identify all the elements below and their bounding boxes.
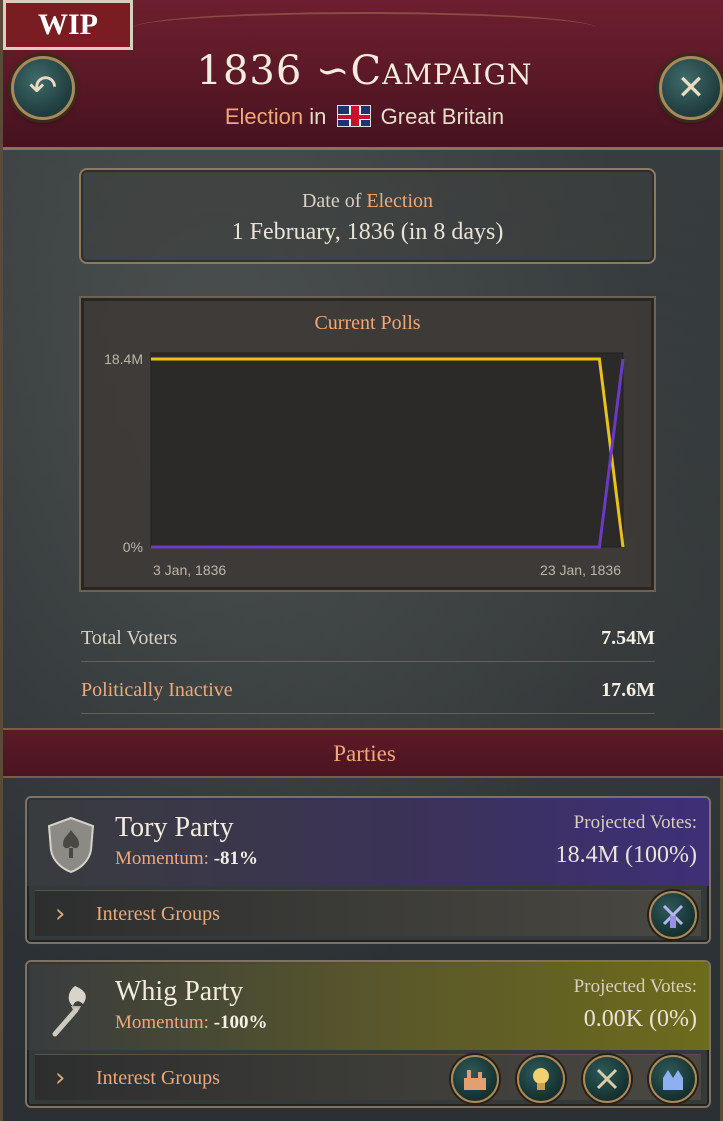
politically-inactive-label: Politically Inactive <box>81 679 233 701</box>
torch-icon <box>52 986 86 1037</box>
interest-group-icons <box>451 1055 697 1103</box>
date-label-prefix: Date of <box>301 190 362 212</box>
subtitle-country: Great Britain <box>380 104 505 129</box>
back-arrow-icon: ↶ <box>28 68 58 108</box>
page-title: 1836 ∽Campaign <box>196 48 533 94</box>
date-label: Date of Election <box>81 190 654 213</box>
party-card-tory[interactable]: Tory Party Momentum: -81% Projected Vote… <box>25 796 711 944</box>
election-date-box: Date of Election 1 February, 1836 (in 8 … <box>79 168 656 264</box>
projected-votes-label: Projected Votes: <box>573 976 697 997</box>
x-tick-label: 3 Jan, 1836 <box>153 562 226 578</box>
momentum-value: -100% <box>213 1012 268 1033</box>
close-button[interactable]: ✕ <box>659 56 723 120</box>
politically-inactive-row: Politically Inactive 17.6M <box>81 668 655 714</box>
total-voters-row: Total Voters 7.54M <box>81 616 655 662</box>
wip-badge: WIP <box>3 0 133 50</box>
lightbulb-icon[interactable] <box>517 1055 565 1103</box>
parties-header: Parties <box>3 728 723 778</box>
momentum-label: Momentum: <box>115 1012 209 1033</box>
momentum-value: -81% <box>213 848 259 869</box>
party-momentum: Momentum: -81% <box>115 848 258 870</box>
date-value: 1 February, 1836 (in 8 days) <box>231 219 504 245</box>
party-momentum: Momentum: -100% <box>115 1012 268 1034</box>
interest-groups-label: Interest Groups <box>96 903 220 925</box>
interest-groups-toggle[interactable]: › Interest Groups <box>35 890 701 939</box>
y-tick-label: 0% <box>123 539 143 555</box>
date-label-accent: Election <box>366 190 434 212</box>
factory-icon[interactable] <box>451 1055 499 1103</box>
plot-area <box>150 352 624 548</box>
party-name: Tory Party <box>115 812 234 843</box>
subtitle-election: Election <box>224 104 304 129</box>
interest-groups-label: Interest Groups <box>96 1067 220 1089</box>
close-icon: ✕ <box>676 68 706 108</box>
interest-group-icons <box>649 891 697 939</box>
crossed-swords-icon[interactable] <box>583 1055 631 1103</box>
total-voters-value: 7.54M <box>601 627 655 649</box>
interest-groups-toggle[interactable]: › Interest Groups <box>35 1054 701 1103</box>
town-icon[interactable] <box>649 1055 697 1103</box>
windmill-icon[interactable] <box>649 891 697 939</box>
y-tick-label: 18.4M <box>104 351 143 367</box>
politically-inactive-value: 17.6M <box>601 679 655 701</box>
projected-votes-label: Projected Votes: <box>573 812 697 833</box>
poll-chart-svg: 18.4M 0% 3 Jan, 1836 23 Jan, 1836 <box>104 351 625 578</box>
subtitle-in: in <box>309 104 327 129</box>
total-voters-label: Total Voters <box>81 627 178 649</box>
momentum-label: Momentum: <box>115 848 209 869</box>
party-card-whig[interactable]: Whig Party Momentum: -100% Projected Vot… <box>25 960 711 1108</box>
chevron-right-icon: › <box>55 899 66 929</box>
shield-icon <box>47 816 95 874</box>
uk-flag-icon <box>336 105 371 127</box>
party-name: Whig Party <box>115 976 244 1007</box>
x-tick-label: 23 Jan, 1836 <box>540 562 621 578</box>
campaign-panel: ↶ 1836 ∽Campaign Election in Great Brita… <box>0 0 723 1121</box>
back-button[interactable]: ↶ <box>11 56 75 120</box>
chevron-right-icon: › <box>55 1063 66 1093</box>
projected-votes-value: 0.00K (0%) <box>583 1006 697 1032</box>
projected-votes-value: 18.4M (100%) <box>555 842 697 868</box>
current-polls-chart: Current Polls 18.4M 0% 3 Jan, 1836 23 Jan, … <box>79 296 656 592</box>
election-subtitle: Election in Great Britain <box>153 104 576 130</box>
